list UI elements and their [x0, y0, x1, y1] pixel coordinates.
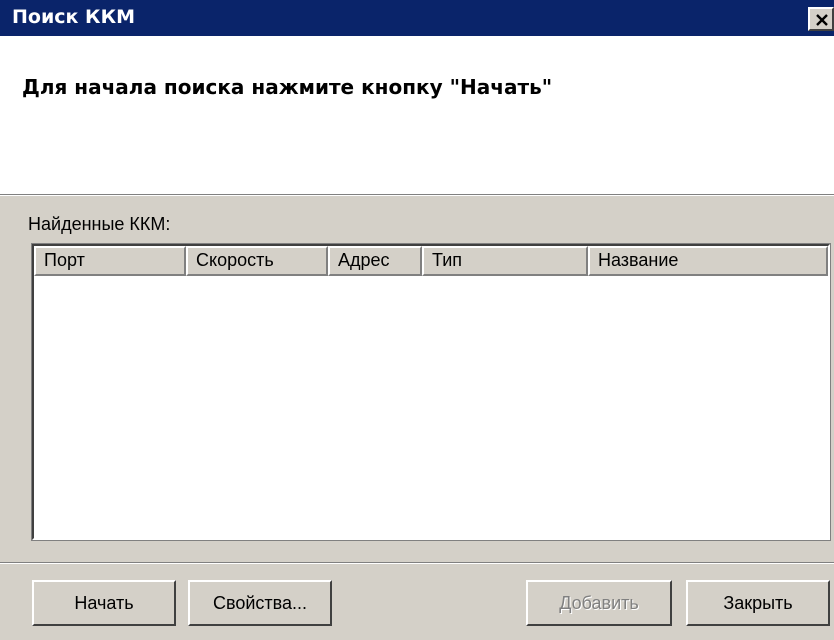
column-header-address[interactable]: Адрес [328, 246, 422, 276]
column-header-name[interactable]: Название [588, 246, 828, 276]
search-kkm-dialog: Поиск ККМ Для начала поиска нажмите кноп… [0, 0, 834, 640]
list-header: Порт Скорость Адрес Тип Название [34, 246, 828, 276]
found-kkm-list[interactable]: Порт Скорость Адрес Тип Название [31, 243, 831, 541]
instruction-panel: Для начала поиска нажмите кнопку "Начать… [0, 36, 834, 194]
column-header-port[interactable]: Порт [34, 246, 186, 276]
add-button[interactable]: Добавить [526, 580, 672, 626]
divider [0, 194, 834, 196]
column-header-type[interactable]: Тип [422, 246, 588, 276]
properties-button[interactable]: Свойства... [188, 580, 332, 626]
divider [0, 562, 834, 564]
title-bar[interactable]: Поиск ККМ [0, 0, 834, 36]
window-title: Поиск ККМ [12, 6, 136, 28]
found-kkm-label: Найденные ККМ: [28, 214, 171, 234]
instruction-text: Для начала поиска нажмите кнопку "Начать… [22, 75, 553, 99]
close-button[interactable]: Закрыть [686, 580, 830, 626]
column-header-speed[interactable]: Скорость [186, 246, 328, 276]
start-button[interactable]: Начать [32, 580, 176, 626]
close-icon [816, 14, 828, 26]
close-window-button[interactable] [808, 7, 834, 31]
